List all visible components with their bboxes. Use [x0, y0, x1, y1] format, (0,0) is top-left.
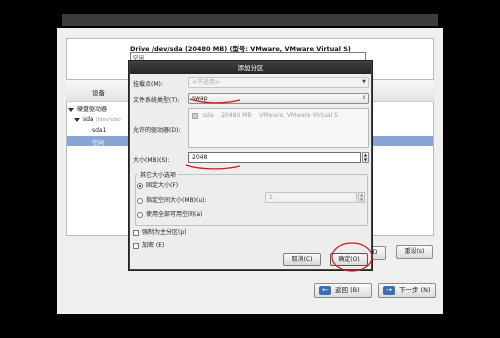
- arrow-right-icon: →: [383, 285, 395, 295]
- drive-row-size: 20480 MB: [221, 112, 252, 119]
- fstype-value: swap: [192, 95, 208, 102]
- delete-button-hotkey: D: [372, 249, 378, 256]
- tree-item-label: 空闲: [92, 140, 105, 147]
- tree-selected-row-right[interactable]: [370, 136, 433, 146]
- drive-row-name: sda: [202, 112, 214, 119]
- fill-max-input: 1: [265, 192, 357, 203]
- reset-button-label: 重设(s): [404, 248, 425, 255]
- tree-item-sub: (/dev/sda): [95, 117, 121, 123]
- tree-item-label: sda: [83, 116, 94, 123]
- next-button-label: 下一步 (N): [399, 286, 431, 294]
- force-primary-label: 强制为主分区(p): [142, 229, 187, 236]
- fill-max-value: 1: [269, 194, 273, 201]
- force-primary-option[interactable]: 强制为主分区(p): [133, 227, 187, 236]
- fill-max-spinner: ▲ ▼: [358, 192, 365, 203]
- chevron-down-icon[interactable]: [68, 107, 74, 112]
- fstype-label: 文件系统类型(T):: [133, 97, 180, 104]
- drive-row-sda[interactable]: sda 20480 MB VMware, VMware Virtual S: [192, 112, 338, 119]
- size-spinner[interactable]: ▲ ▼: [362, 152, 369, 163]
- radio-icon[interactable]: [137, 197, 143, 204]
- next-button[interactable]: → 下一步 (N): [378, 283, 436, 298]
- size-label: 大小(MB)(S):: [133, 157, 170, 164]
- checkbox-icon[interactable]: [133, 242, 139, 249]
- radio-selected-icon[interactable]: [137, 182, 143, 189]
- chevron-down-icon[interactable]: [74, 117, 80, 122]
- fixed-size-label: 固定大小(F): [146, 182, 179, 189]
- drive-row-model: VMware, VMware Virtual S: [259, 112, 338, 119]
- back-button-label: 返回 (B): [335, 286, 360, 294]
- other-size-options-title: 其它大小选项: [138, 170, 179, 179]
- allowed-drives-label: 允许的驱动器(D):: [133, 127, 181, 134]
- col-device-label: 设备: [92, 89, 105, 97]
- fill-all-option[interactable]: 使用全部可用空间(a): [137, 209, 202, 218]
- fstype-combo[interactable]: swap ⇕: [188, 93, 369, 104]
- fixed-size-option[interactable]: 固定大小(F): [137, 180, 178, 189]
- chevron-down-icon: ▼: [362, 79, 366, 85]
- tree-item-label: sda1: [92, 127, 107, 134]
- mount-point-label: 挂载点(M):: [133, 81, 163, 88]
- cancel-button-label: 取消(C): [291, 256, 313, 263]
- ok-button[interactable]: 确定(O): [330, 253, 368, 266]
- tree-item-label: 硬盘驱动器: [77, 106, 108, 113]
- size-input[interactable]: 2048: [188, 152, 361, 163]
- size-value: 2048: [192, 154, 208, 161]
- ok-button-label: 确定(O): [338, 256, 360, 263]
- installer-top-bar: [62, 14, 438, 26]
- tree-item-sda[interactable]: sda (/dev/sda): [74, 116, 121, 123]
- reset-button[interactable]: 重设(s): [396, 245, 433, 259]
- fill-max-label: 指定空间大小(MB)(u):: [146, 197, 207, 204]
- mount-point-combo: <不适用> ▼: [188, 77, 369, 88]
- checkbox-icon[interactable]: [133, 229, 139, 236]
- chevron-updown-icon: ⇕: [361, 95, 366, 101]
- tree-item-free[interactable]: 空闲: [92, 138, 104, 147]
- cancel-button[interactable]: 取消(C): [283, 253, 321, 266]
- encrypt-option[interactable]: 加密 (E): [133, 240, 164, 249]
- encrypt-label: 加密 (E): [142, 242, 165, 249]
- mount-point-value: <不适用>: [192, 79, 221, 86]
- drive-checkbox[interactable]: [192, 112, 198, 119]
- add-partition-dialog: 添加分区 挂载点(M): <不适用> ▼ 文件系统类型(T): swap ⇕ 允…: [129, 61, 372, 270]
- dialog-title: 添加分区: [130, 62, 371, 74]
- back-button[interactable]: ← 返回 (B): [314, 283, 372, 298]
- allowed-drives-list[interactable]: sda 20480 MB VMware, VMware Virtual S: [188, 108, 369, 148]
- fill-all-label: 使用全部可用空间(a): [146, 211, 203, 218]
- radio-icon[interactable]: [137, 211, 143, 218]
- arrow-left-icon: ←: [319, 285, 331, 295]
- fill-max-option[interactable]: 指定空间大小(MB)(u):: [137, 195, 206, 204]
- tree-item-sda1[interactable]: sda1: [92, 127, 106, 134]
- tree-header-type[interactable]: [370, 80, 434, 102]
- tree-item-hard-drives[interactable]: 硬盘驱动器: [68, 104, 107, 113]
